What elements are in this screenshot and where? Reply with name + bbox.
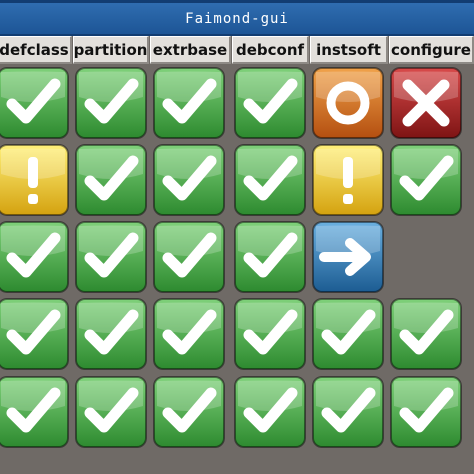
check-icon[interactable] bbox=[234, 298, 306, 370]
circle-icon[interactable] bbox=[312, 67, 384, 139]
check-icon[interactable] bbox=[75, 376, 147, 448]
check-icon[interactable] bbox=[75, 67, 147, 139]
check-icon[interactable] bbox=[234, 376, 306, 448]
check-icon[interactable] bbox=[0, 67, 69, 139]
check-icon[interactable] bbox=[234, 144, 306, 216]
window-title: Faimond-gui bbox=[185, 10, 289, 27]
check-icon[interactable] bbox=[312, 376, 384, 448]
check-icon[interactable] bbox=[234, 67, 306, 139]
title-bar: Faimond-gui bbox=[0, 0, 474, 36]
check-icon[interactable] bbox=[75, 144, 147, 216]
check-icon[interactable] bbox=[234, 221, 306, 293]
column-header-instsoft[interactable]: instsoft bbox=[310, 36, 388, 64]
column-header-debconf[interactable]: debconf bbox=[232, 36, 309, 64]
column-header-row: defclass partition extrbase debconf instsoft… bbox=[0, 36, 474, 64]
check-icon[interactable] bbox=[390, 298, 462, 370]
cross-icon[interactable] bbox=[390, 67, 462, 139]
exclamation-icon[interactable] bbox=[312, 144, 384, 216]
check-icon[interactable] bbox=[0, 298, 69, 370]
column-header-defclass[interactable]: defclass bbox=[0, 36, 72, 64]
check-icon[interactable] bbox=[390, 144, 462, 216]
column-header-partition[interactable]: partition bbox=[73, 36, 149, 64]
check-icon[interactable] bbox=[312, 298, 384, 370]
check-icon[interactable] bbox=[0, 221, 69, 293]
column-header-extrbase[interactable]: extrbase bbox=[150, 36, 231, 64]
exclamation-icon[interactable] bbox=[0, 144, 69, 216]
check-icon[interactable] bbox=[153, 298, 225, 370]
check-icon[interactable] bbox=[153, 221, 225, 293]
check-icon[interactable] bbox=[153, 376, 225, 448]
check-icon[interactable] bbox=[390, 376, 462, 448]
status-grid bbox=[0, 64, 474, 474]
check-icon[interactable] bbox=[75, 221, 147, 293]
check-icon[interactable] bbox=[153, 67, 225, 139]
check-icon[interactable] bbox=[75, 298, 147, 370]
arrow-right-icon[interactable] bbox=[312, 221, 384, 293]
column-header-configure[interactable]: configure bbox=[389, 36, 474, 64]
check-icon[interactable] bbox=[153, 144, 225, 216]
check-icon[interactable] bbox=[0, 376, 69, 448]
